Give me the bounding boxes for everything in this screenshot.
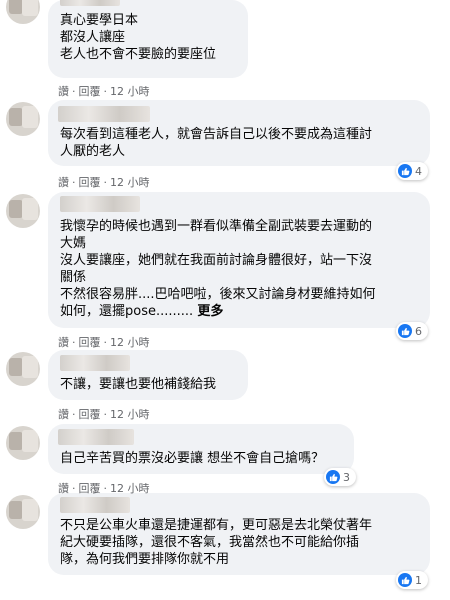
avatar[interactable] <box>6 194 40 228</box>
comment-text: 不讓，要讓也要他補錢給我 <box>60 377 217 392</box>
comment-text: 我懷孕的時候也遇到一群看似準備全副武裝要去運動的 大媽 沒人要讓座，她們就在我面… <box>60 219 376 319</box>
comment-bubble: 每次看到這種老人，就會告訴自己以後不要成為這種討 人厭的老人 <box>48 100 430 166</box>
comment-actions: 讚 · 回覆 · 12 小時 <box>58 406 150 422</box>
comment-actions: 讚 · 回覆 · 12 小時 <box>58 174 150 190</box>
comment-actions: 讚 · 回覆 · 12 小時 <box>58 83 150 99</box>
comment-text: 不只是公車火車還是捷運都有，更可惡是去北榮仗著年 紀大硬要插隊，還很不客氣，我當… <box>60 518 373 567</box>
reply-link[interactable]: 回覆 <box>79 334 101 350</box>
comment-text: 自己辛苦買的票沒必要讓 想坐不會自己搶嗎？ <box>60 451 325 466</box>
like-link[interactable]: 讚 <box>58 406 69 422</box>
reaction-count[interactable]: 1 <box>396 571 428 589</box>
reaction-count-number: 4 <box>415 164 422 178</box>
thumbs-up-icon <box>326 470 340 484</box>
avatar[interactable] <box>6 352 40 386</box>
avatar[interactable] <box>6 0 40 24</box>
reaction-count-number: 3 <box>343 470 350 484</box>
avatar[interactable] <box>6 426 40 460</box>
redacted-author-name[interactable] <box>58 429 134 445</box>
redacted-author-name[interactable] <box>60 355 130 371</box>
comment-text: 真心要學日本 都沒人讓座 老人也不會不要臉的要座位 <box>60 13 217 62</box>
thumbs-up-icon <box>398 164 412 178</box>
redacted-author-name[interactable] <box>60 0 120 6</box>
see-more-link[interactable]: 更多 <box>197 304 223 319</box>
reply-link[interactable]: 回覆 <box>79 174 101 190</box>
like-link[interactable]: 讚 <box>58 83 69 99</box>
reaction-count[interactable]: 4 <box>396 162 428 180</box>
timestamp[interactable]: 12 小時 <box>110 480 150 496</box>
redacted-author-name[interactable] <box>58 106 150 122</box>
timestamp[interactable]: 12 小時 <box>110 406 150 422</box>
reply-link[interactable]: 回覆 <box>79 406 101 422</box>
reply-link[interactable]: 回覆 <box>79 480 101 496</box>
comment-bubble: 真心要學日本 都沒人讓座 老人也不會不要臉的要座位 <box>48 0 248 78</box>
like-link[interactable]: 讚 <box>58 174 69 190</box>
timestamp[interactable]: 12 小時 <box>110 334 150 350</box>
reaction-count-number: 1 <box>415 573 422 587</box>
comment-bubble: 不只是公車火車還是捷運都有，更可惡是去北榮仗著年 紀大硬要插隊，還很不客氣，我當… <box>48 493 430 575</box>
avatar[interactable] <box>6 102 40 136</box>
thumbs-up-icon <box>398 573 412 587</box>
comment-actions: 讚 · 回覆 · 12 小時 <box>58 334 150 350</box>
reply-link[interactable]: 回覆 <box>79 83 101 99</box>
redacted-author-name[interactable] <box>60 196 140 212</box>
comment-actions: 讚 · 回覆 · 12 小時 <box>58 480 150 496</box>
comment-bubble: 自己辛苦買的票沒必要讓 想坐不會自己搶嗎？ <box>48 424 354 474</box>
comment-text: 每次看到這種老人，就會告訴自己以後不要成為這種討 人厭的老人 <box>60 127 373 159</box>
like-link[interactable]: 讚 <box>58 334 69 350</box>
like-link[interactable]: 讚 <box>58 480 69 496</box>
timestamp[interactable]: 12 小時 <box>110 174 150 190</box>
reaction-count[interactable]: 6 <box>396 322 428 340</box>
comment-bubble: 不讓，要讓也要他補錢給我 <box>48 350 248 400</box>
comment-bubble: 我懷孕的時候也遇到一群看似準備全副武裝要去運動的 大媽 沒人要讓座，她們就在我面… <box>48 192 430 328</box>
avatar[interactable] <box>6 495 40 529</box>
thumbs-up-icon <box>398 324 412 338</box>
reaction-count[interactable]: 3 <box>324 468 356 486</box>
redacted-author-name[interactable] <box>60 497 130 513</box>
reaction-count-number: 6 <box>415 324 422 338</box>
timestamp[interactable]: 12 小時 <box>110 83 150 99</box>
